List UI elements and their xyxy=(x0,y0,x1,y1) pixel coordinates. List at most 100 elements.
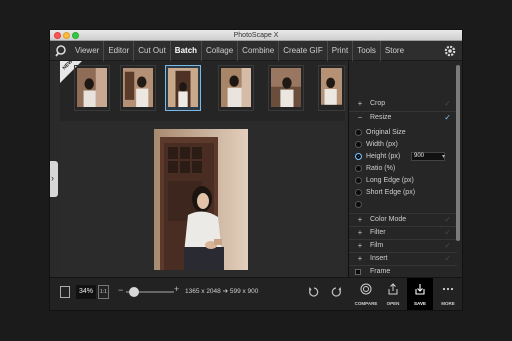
insert-row[interactable]: + Insert ✓ xyxy=(349,252,457,264)
check-icon[interactable]: ✓ xyxy=(444,253,451,265)
gear-icon[interactable] xyxy=(444,45,456,57)
check-icon[interactable]: ✓ xyxy=(444,240,451,252)
check-icon[interactable]: ✓ xyxy=(444,112,451,124)
thumbnail[interactable] xyxy=(74,65,110,111)
tab-create-gif[interactable]: Create GIF xyxy=(278,41,327,61)
plus-icon: + xyxy=(357,99,363,108)
tab-store[interactable]: Store xyxy=(379,41,408,61)
resize-option-long-edge[interactable]: Long Edge (px) xyxy=(349,175,457,187)
chevron-right-icon: › xyxy=(51,173,54,183)
height-value-input[interactable]: 900 xyxy=(411,152,445,161)
open-icon xyxy=(388,283,398,295)
resize-option-custom[interactable] xyxy=(349,199,457,211)
tab-cut-out[interactable]: Cut Out xyxy=(133,41,170,61)
preview-photo xyxy=(154,129,248,270)
check-icon[interactable]: ✓ xyxy=(444,214,451,226)
zoom-slider-handle[interactable] xyxy=(129,287,139,297)
photoscape-window: PhotoScape X Viewer Editor Cut Out Batch… xyxy=(50,30,462,310)
zoom-in-icon[interactable]: + xyxy=(174,284,179,294)
resize-option-short-edge[interactable]: Short Edge (px) xyxy=(349,187,457,199)
radio-button[interactable] xyxy=(355,141,362,148)
resize-option-ratio[interactable]: Ratio (%) xyxy=(349,163,457,175)
zoom-level[interactable]: 34% xyxy=(76,285,96,299)
tab-print[interactable]: Print xyxy=(326,41,352,61)
tab-viewer[interactable]: Viewer xyxy=(71,41,103,61)
open-button[interactable]: OPEN xyxy=(380,278,406,310)
frame-checkbox[interactable] xyxy=(355,269,361,275)
sidebar-toggle[interactable]: › xyxy=(50,161,58,197)
preview-area xyxy=(60,121,345,277)
check-icon[interactable]: ✓ xyxy=(444,227,451,239)
option-label: Short Edge (px) xyxy=(366,189,416,196)
compare-label: COMPARE xyxy=(354,301,378,306)
frame-row[interactable]: Frame xyxy=(349,265,457,277)
unit-dropdown-icon[interactable]: ▾ xyxy=(442,151,445,163)
batch-settings-panel: + Crop ✓ − Resize ✓ Original Size Width … xyxy=(348,61,462,281)
option-label: Ratio (%) xyxy=(366,165,396,172)
resize-label: Resize xyxy=(370,114,392,121)
thumbnail-photo xyxy=(221,68,251,108)
more-button[interactable]: MORE xyxy=(435,278,461,310)
color-mode-row[interactable]: + Color Mode ✓ xyxy=(349,213,457,225)
bottom-toolbar: 34% 1:1 − + 1365 x 2048 ➔ 599 x 900 COMP… xyxy=(50,277,462,310)
radio-button[interactable] xyxy=(355,189,362,196)
filter-label: Filter xyxy=(370,229,386,236)
fit-to-window-icon[interactable] xyxy=(60,286,70,298)
thumbnail-selected[interactable] xyxy=(165,65,201,111)
menu-tabs: Viewer Editor Cut Out Batch Collage Comb… xyxy=(71,41,408,61)
thumbnail-photo xyxy=(168,68,198,108)
rotate-right-icon[interactable] xyxy=(330,286,342,298)
search-icon[interactable] xyxy=(54,44,68,58)
filter-row[interactable]: + Filter ✓ xyxy=(349,226,457,238)
open-label: OPEN xyxy=(386,301,400,306)
thumbnail[interactable] xyxy=(268,65,304,111)
resize-option-width[interactable]: Width (px) xyxy=(349,139,457,151)
tab-combine[interactable]: Combine xyxy=(237,41,278,61)
tab-collage[interactable]: Collage xyxy=(201,41,237,61)
radio-button[interactable] xyxy=(355,201,362,208)
option-label: Width (px) xyxy=(366,141,398,148)
plus-icon: + xyxy=(357,215,363,224)
actual-size-button[interactable]: 1:1 xyxy=(98,285,109,299)
thumbnail[interactable] xyxy=(318,65,345,111)
thumbnail-photo xyxy=(77,68,107,108)
radio-button[interactable] xyxy=(355,177,362,184)
plus-icon: + xyxy=(357,254,363,263)
resize-option-original-size[interactable]: Original Size xyxy=(349,127,457,139)
more-icon xyxy=(442,287,454,291)
film-label: Film xyxy=(370,242,384,249)
option-label: Original Size xyxy=(366,129,406,136)
save-label: SAVE xyxy=(414,301,426,306)
panel-scrollbar[interactable] xyxy=(456,65,460,241)
window-title: PhotoScape X xyxy=(233,32,279,39)
crop-row[interactable]: + Crop ✓ xyxy=(349,98,457,110)
resize-row[interactable]: − Resize ✓ xyxy=(349,111,457,123)
zoom-out-icon[interactable]: − xyxy=(118,285,123,295)
check-icon[interactable]: ✓ xyxy=(444,98,451,110)
main-menu-bar: Viewer Editor Cut Out Batch Collage Comb… xyxy=(50,41,462,61)
thumbnail[interactable] xyxy=(218,65,254,111)
minus-icon: − xyxy=(357,113,363,122)
plus-icon: + xyxy=(357,241,363,250)
save-button[interactable]: SAVE xyxy=(407,278,433,310)
radio-button[interactable] xyxy=(355,165,362,172)
thumbnail-photo xyxy=(123,68,153,108)
option-label: Long Edge (px) xyxy=(366,177,414,184)
resize-option-height[interactable]: Height (px) 900 ▾ xyxy=(349,151,457,163)
radio-button-selected[interactable] xyxy=(355,153,362,160)
rotate-left-icon[interactable] xyxy=(308,286,320,298)
radio-button[interactable] xyxy=(355,129,362,136)
compare-icon xyxy=(360,283,372,295)
film-row[interactable]: + Film ✓ xyxy=(349,239,457,251)
tab-batch[interactable]: Batch xyxy=(169,41,201,61)
tab-tools[interactable]: Tools xyxy=(352,41,380,61)
thumbnail-photo xyxy=(321,68,342,105)
tab-editor[interactable]: Editor xyxy=(103,41,133,61)
insert-label: Insert xyxy=(370,255,388,262)
thumbnail-photo xyxy=(271,68,301,108)
color-mode-label: Color Mode xyxy=(370,216,407,223)
thumbnail[interactable] xyxy=(120,65,156,111)
compare-button[interactable]: COMPARE xyxy=(353,278,379,310)
save-icon xyxy=(415,284,425,295)
plus-icon: + xyxy=(357,228,363,237)
